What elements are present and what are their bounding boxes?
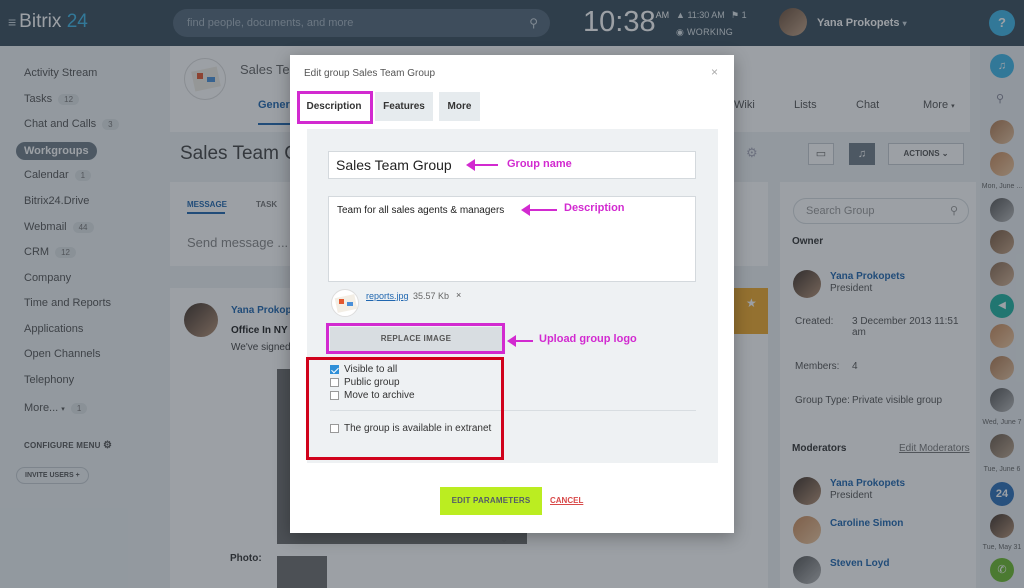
description-textarea[interactable]: Team for all sales agents & managers	[328, 196, 696, 282]
arrow-icon	[507, 335, 533, 347]
dialog-title: Edit group Sales Team Group	[304, 68, 436, 79]
close-icon[interactable]: ×	[711, 65, 718, 79]
file-name-link[interactable]: reports.jpg	[366, 291, 409, 301]
visibility-options-highlight	[306, 357, 504, 460]
arrow-icon	[466, 159, 498, 171]
replace-image-highlight	[326, 323, 505, 354]
description-tab-highlight	[297, 91, 373, 124]
edit-parameters-button[interactable]: EDIT PARAMETERS	[440, 487, 542, 515]
arrow-icon	[521, 204, 557, 216]
group-logo-thumbnail	[331, 289, 359, 317]
remove-file-icon[interactable]: ×	[456, 290, 461, 300]
annotation-upload-logo: Upload group logo	[539, 333, 637, 345]
annotation-description: Description	[564, 202, 625, 214]
tab-more[interactable]: More	[439, 92, 480, 121]
file-size: 35.57 Kb	[413, 291, 450, 301]
cancel-button[interactable]: CANCEL	[550, 496, 583, 505]
tab-features[interactable]: Features	[375, 92, 433, 121]
annotation-group-name: Group name	[507, 158, 572, 170]
